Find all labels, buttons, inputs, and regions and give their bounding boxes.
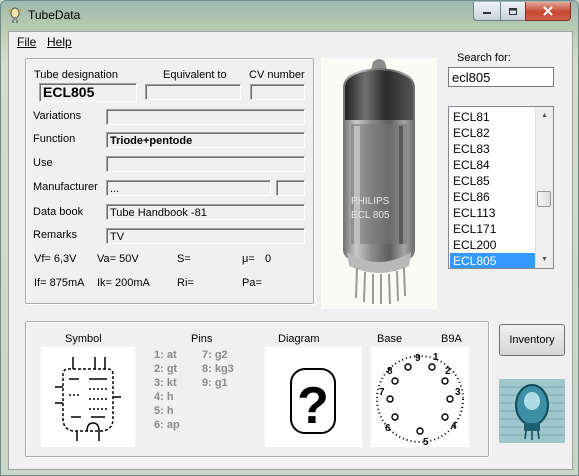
diagram-label: Diagram	[278, 333, 320, 345]
base-pin-number: 2	[445, 366, 451, 377]
tube-symbol-icon	[55, 357, 121, 441]
vf-value: Vf= 6,3V	[34, 253, 77, 265]
pins-list: 1: at 2: gt 3: kt 4: h 5: h 6: ap 7: g2 …	[154, 349, 244, 445]
variations-field[interactable]	[106, 109, 305, 125]
symbol-label: Symbol	[65, 333, 102, 345]
title-bar[interactable]: TubeData	[1, 1, 578, 30]
function-label: Function	[33, 133, 76, 145]
scrollbar-thumb[interactable]	[537, 191, 551, 207]
base-label: Base	[377, 333, 403, 345]
pin-entry: 6: ap	[154, 419, 180, 431]
svg-text:ECL 805: ECL 805	[351, 210, 390, 221]
variations-label: Variations	[33, 110, 82, 122]
base-pinout-icon: 9 1 2 3 4 5 6 7 8	[376, 352, 464, 448]
diagram-panel: ?	[265, 347, 362, 447]
designation-label: Tube designation	[34, 69, 118, 81]
list-item[interactable]: ECL83	[450, 141, 536, 157]
maximize-button[interactable]	[500, 2, 526, 21]
equivalent-label: Equivalent to	[163, 69, 227, 81]
scroll-up-icon[interactable]: ▲	[538, 109, 551, 122]
pin-entry: 2: gt	[154, 363, 178, 375]
cv-field[interactable]	[250, 84, 305, 100]
s-value: S=	[177, 253, 191, 265]
tube-logo-icon	[499, 379, 565, 443]
va-value: Va= 50V	[97, 253, 139, 265]
pin-entry: 7: g2	[202, 349, 228, 361]
window-title: TubeData	[28, 8, 81, 22]
pin-entry: 9: g1	[202, 377, 228, 389]
menu-file[interactable]: File	[17, 35, 36, 49]
client-area: File Help Tube designation Equivalent to…	[8, 31, 573, 470]
list-item[interactable]: ECL85	[450, 173, 536, 189]
ri-value: Ri=	[177, 277, 194, 289]
minimize-button[interactable]	[473, 2, 501, 21]
list-item[interactable]: ECL84	[450, 157, 536, 173]
ik-value: Ik= 200mA	[97, 277, 150, 289]
base-pin-number: 1	[433, 352, 439, 363]
pa-value: Pa=	[242, 277, 262, 289]
listbox-scrollbar[interactable]: ▲ ▼	[535, 107, 553, 268]
base-type-label: B9A	[441, 333, 462, 345]
cv-label: CV number	[249, 69, 305, 81]
designation-field[interactable]: ECL805	[39, 83, 137, 102]
window-frame: TubeData File Help Tube designation Equi…	[0, 0, 579, 476]
list-item[interactable]: ECL171	[450, 221, 536, 237]
tube-app-icon	[7, 7, 23, 23]
list-item[interactable]: ECL81	[450, 109, 536, 125]
list-item-selected[interactable]: ECL805	[450, 253, 536, 268]
equivalent-field[interactable]	[145, 84, 241, 100]
mu-value: 0	[265, 253, 272, 265]
base-pin-number: 6	[385, 423, 391, 434]
base-panel: 9 1 2 3 4 5 6 7 8	[371, 347, 469, 448]
manufacturer-extra-field[interactable]	[276, 180, 305, 196]
scroll-down-icon[interactable]: ▼	[538, 253, 551, 266]
base-pin-number: 8	[387, 366, 393, 377]
use-field[interactable]	[106, 156, 305, 172]
search-label: Search for:	[457, 52, 511, 64]
close-button[interactable]	[525, 2, 571, 21]
remarks-label: Remarks	[33, 229, 78, 241]
close-icon	[543, 6, 553, 16]
use-label: Use	[33, 157, 53, 169]
tube-photo: PHILIPS ECL 805	[321, 58, 437, 309]
mu-label: μ=	[242, 253, 255, 265]
minimize-icon	[483, 12, 491, 14]
tube-listbox[interactable]: ECL81 ECL82 ECL83 ECL84 ECL85 ECL86 ECL1…	[448, 106, 554, 269]
menu-help[interactable]: Help	[47, 35, 72, 49]
list-item[interactable]: ECL200	[450, 237, 536, 253]
pin-entry: 5: h	[154, 405, 174, 417]
list-item[interactable]: ECL86	[450, 189, 536, 205]
question-mark-icon: ?	[290, 368, 336, 435]
databook-field[interactable]: Tube Handbook -81	[106, 204, 305, 220]
base-pin-number: 5	[423, 437, 429, 447]
base-pin-number: 4	[451, 421, 457, 432]
list-item[interactable]: ECL82	[450, 125, 536, 141]
remarks-field[interactable]: TV	[106, 228, 305, 244]
base-pin-number: 3	[455, 387, 461, 398]
databook-label: Data book	[33, 206, 84, 218]
pin-entry: 4: h	[154, 391, 174, 403]
base-pin-number: 9	[415, 353, 421, 364]
manufacturer-label: Manufacturer	[33, 181, 98, 193]
pin-entry: 1: at	[154, 349, 177, 361]
pins-label: Pins	[191, 333, 213, 345]
search-input[interactable]	[448, 67, 554, 87]
function-field[interactable]: Triode+pentode	[106, 132, 305, 148]
list-item[interactable]: ECL113	[450, 205, 536, 221]
if-value: If= 875mA	[34, 277, 85, 289]
menu-bar: File Help	[9, 32, 572, 51]
base-pin-number: 7	[379, 387, 385, 398]
symbol-panel	[41, 347, 135, 447]
manufacturer-field[interactable]: ...	[106, 180, 271, 196]
inventory-button[interactable]: Inventory	[499, 324, 565, 356]
pin-entry: 8: kg3	[202, 363, 234, 375]
diagram-placeholder: ?	[297, 377, 329, 435]
tube-photo-print: PHILIPS	[351, 196, 390, 207]
maximize-icon	[509, 7, 517, 15]
pin-entry: 3: kt	[154, 377, 177, 389]
